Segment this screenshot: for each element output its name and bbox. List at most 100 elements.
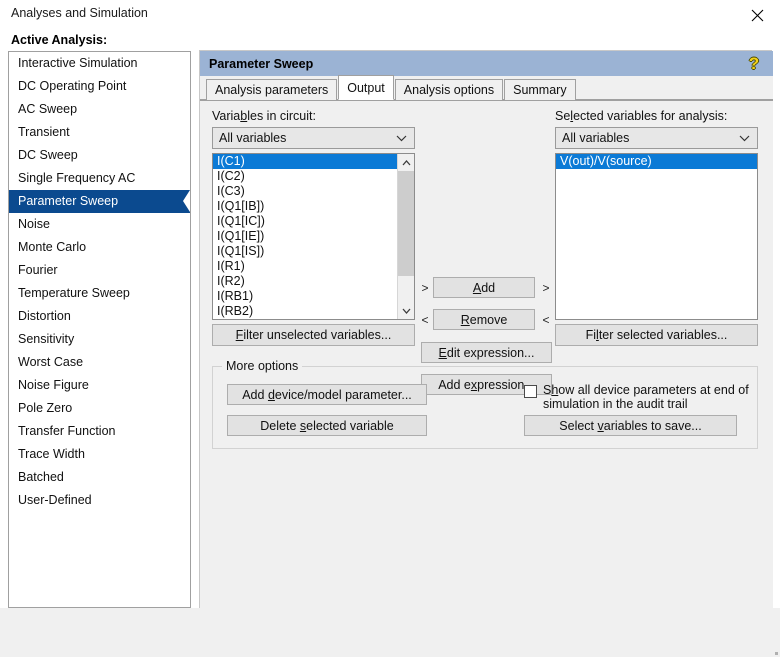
tab-strip: Analysis parameters Output Analysis option… — [200, 75, 773, 100]
tab-analysis-options[interactable]: Analysis options — [394, 79, 504, 100]
analyses-and-simulation-dialog: Analyses and Simulation Active Analysis:… — [0, 0, 780, 657]
list-item[interactable]: I(Q1[IC]) — [213, 214, 399, 229]
parameter-sweep-panel: Parameter Sweep ? Analysis parameters Out… — [199, 50, 773, 609]
analysis-list-item[interactable]: Interactive Simulation — [9, 52, 190, 75]
analysis-list-item-label: Parameter Sweep — [18, 194, 119, 208]
chevron-down-icon — [396, 128, 407, 148]
tab-label: Analysis parameters — [215, 83, 329, 97]
list-item[interactable]: I(C1) — [213, 154, 399, 169]
selected-variables-listbox[interactable]: V(out)/V(source) — [555, 153, 758, 320]
more-options-group: More options Add device/model parameter.… — [212, 359, 758, 449]
analysis-type-list[interactable]: Interactive Simulation DC Operating Point… — [8, 51, 191, 608]
scrollbar-thumb[interactable] — [398, 171, 414, 276]
list-item[interactable]: I(C2) — [213, 169, 399, 184]
list-item[interactable]: I(R1) — [213, 259, 399, 274]
analysis-list-item[interactable]: Trace Width — [9, 443, 190, 466]
tab-label: Analysis options — [403, 83, 495, 97]
variables-listbox-scrollbar[interactable] — [397, 154, 414, 319]
selection-notch-icon — [183, 190, 190, 212]
filter-unselected-variables-button[interactable]: Filter unselected variables... — [212, 324, 415, 346]
analysis-list-item[interactable]: Noise — [9, 213, 190, 236]
analysis-list-item[interactable]: Temperature Sweep — [9, 282, 190, 305]
delete-selected-variable-button[interactable]: Delete selected variable — [227, 415, 427, 436]
selected-variables-label: Selected variables for analysis: — [555, 109, 728, 123]
add-device-model-parameter-button[interactable]: Add device/model parameter... — [227, 384, 427, 405]
list-item-label: I(C3) — [217, 184, 245, 198]
analysis-list-item-label: Temperature Sweep — [18, 286, 130, 300]
list-item-label: I(C1) — [217, 154, 245, 168]
analysis-list-item[interactable]: Parameter Sweep — [9, 190, 190, 213]
variables-in-circuit-label: Variables in circuit: — [212, 109, 316, 123]
list-item[interactable]: I(Q1[IE]) — [213, 229, 399, 244]
analysis-list-item[interactable]: Pole Zero — [9, 397, 190, 420]
list-item-label: I(RC1) — [217, 319, 254, 320]
add-arrow-right-indicator: > — [542, 281, 550, 295]
close-icon[interactable] — [734, 0, 780, 30]
selected-variables-filter-dropdown[interactable]: All variables — [555, 127, 758, 149]
scroll-up-icon[interactable] — [398, 154, 414, 171]
list-item[interactable]: I(Q1[IB]) — [213, 199, 399, 214]
tab-output[interactable]: Output — [338, 75, 394, 100]
analysis-list-item[interactable]: Distortion — [9, 305, 190, 328]
analysis-list-item[interactable]: AC Sweep — [9, 98, 190, 121]
analysis-list-item[interactable]: Single Frequency AC — [9, 167, 190, 190]
analysis-list-item[interactable]: Batched — [9, 466, 190, 489]
analysis-list-item[interactable]: Sensitivity — [9, 328, 190, 351]
add-button[interactable]: Add — [433, 277, 535, 298]
list-item-label: I(R1) — [217, 259, 245, 273]
analysis-list-item-label: Interactive Simulation — [18, 56, 138, 70]
variables-in-circuit-listbox[interactable]: I(C1) I(C2) I(C3) I(Q1[IB]) I(Q1[IC]) I(Q1[IE… — [212, 153, 415, 320]
analysis-list-item-label: Pole Zero — [18, 401, 73, 415]
analysis-list-item-label: Sensitivity — [18, 332, 75, 346]
analysis-list-item[interactable]: User-Defined — [9, 489, 190, 512]
list-item[interactable]: I(RB1) — [213, 289, 399, 304]
variables-in-circuit-filter-value: All variables — [219, 131, 287, 145]
tab-analysis-parameters[interactable]: Analysis parameters — [206, 79, 338, 100]
remove-arrow-left-indicator: < — [421, 313, 429, 327]
analysis-list-item-label: Distortion — [18, 309, 71, 323]
active-analysis-label: Active Analysis: — [11, 33, 108, 47]
analysis-list-item-label: Trace Width — [18, 447, 85, 461]
list-item[interactable]: I(R2) — [213, 274, 399, 289]
analysis-list-item[interactable]: Worst Case — [9, 351, 190, 374]
list-item[interactable]: I(C3) — [213, 184, 399, 199]
analysis-list-item[interactable]: DC Sweep — [9, 144, 190, 167]
analysis-list-item[interactable]: Monte Carlo — [9, 236, 190, 259]
show-all-device-parameters-checkbox[interactable] — [524, 385, 537, 398]
add-arrow-left-indicator: > — [421, 281, 429, 295]
filter-unselected-variables-label: Filter unselected variables... — [235, 328, 392, 342]
list-item-label: I(RB1) — [217, 289, 254, 303]
analysis-list-item-label: DC Sweep — [18, 148, 78, 162]
analysis-list-item[interactable]: Transfer Function — [9, 420, 190, 443]
add-button-label: Add — [472, 280, 496, 295]
edit-expression-label: Edit expression... — [438, 345, 535, 360]
list-item-label: I(Q1[IC]) — [217, 214, 265, 228]
resize-grip[interactable] — [775, 652, 778, 655]
select-variables-to-save-label: Select variables to save... — [559, 418, 702, 433]
remove-arrow-right-indicator: < — [542, 313, 550, 327]
list-item-label: I(Q1[IE]) — [217, 229, 265, 243]
more-options-legend: More options — [222, 359, 303, 373]
select-variables-to-save-button[interactable]: Select variables to save... — [524, 415, 737, 436]
tab-summary[interactable]: Summary — [504, 79, 576, 100]
help-question-icon[interactable]: ? — [745, 54, 763, 73]
filter-selected-variables-label: Filter selected variables... — [585, 328, 728, 342]
scroll-down-icon[interactable] — [398, 302, 414, 319]
analysis-list-item-label: User-Defined — [18, 493, 92, 507]
edit-expression-button[interactable]: Edit expression... — [421, 342, 552, 363]
list-item[interactable]: V(out)/V(source) — [556, 154, 757, 169]
list-item-label: I(Q1[IS]) — [217, 244, 265, 258]
analysis-list-item[interactable]: Transient — [9, 121, 190, 144]
analysis-list-item-label: Transient — [18, 125, 70, 139]
panel-title: Parameter Sweep — [209, 56, 314, 71]
remove-button[interactable]: Remove — [433, 309, 535, 330]
variables-in-circuit-filter-dropdown[interactable]: All variables — [212, 127, 415, 149]
analysis-list-item[interactable]: DC Operating Point — [9, 75, 190, 98]
analysis-list-item[interactable]: Noise Figure — [9, 374, 190, 397]
list-item[interactable]: I(RC1) — [213, 319, 399, 320]
list-item[interactable]: I(RB2) — [213, 304, 399, 319]
filter-selected-variables-button[interactable]: Filter selected variables... — [555, 324, 758, 346]
analysis-list-item[interactable]: Fourier — [9, 259, 190, 282]
show-all-device-parameters-label: Show all device parameters at end of simu… — [543, 383, 749, 411]
list-item[interactable]: I(Q1[IS]) — [213, 244, 399, 259]
